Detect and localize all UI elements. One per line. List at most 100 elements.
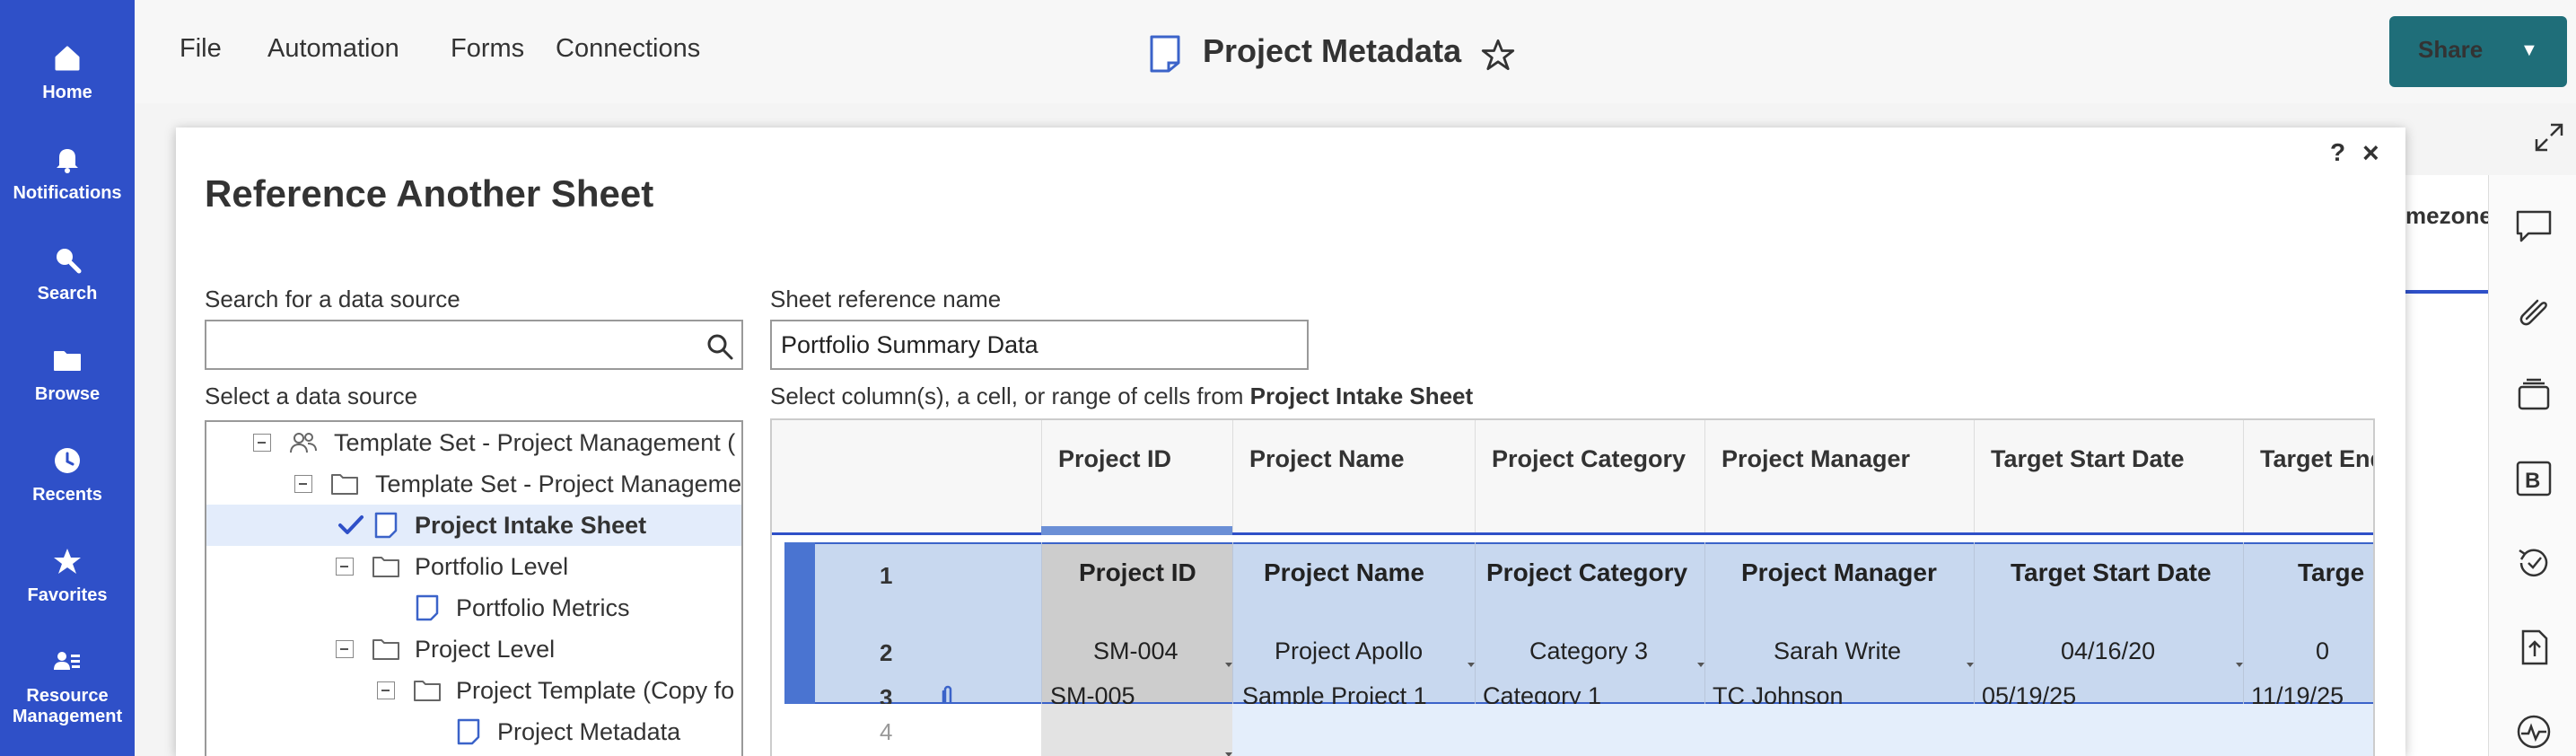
share-label: Share (2418, 36, 2484, 63)
columns-instruction-text: Select column(s), a cell, or range of ce… (770, 382, 1250, 409)
summary-icon[interactable]: B (2514, 459, 2554, 498)
collapse-icon[interactable] (294, 475, 312, 493)
nav-browse-label: Browse (34, 384, 101, 404)
column-header-label: Project Manager (1722, 445, 1911, 472)
menu-file[interactable]: File (180, 34, 222, 64)
nav-favorites[interactable]: Favorites (0, 546, 135, 606)
search-icon[interactable] (705, 332, 734, 361)
checkmark-icon (338, 515, 364, 534)
menu-forms[interactable]: Forms (451, 34, 524, 64)
cell-dropdown-icon (2236, 663, 2243, 667)
grid-cell[interactable]: Project Apollo (1275, 637, 1423, 665)
reference-name-input[interactable] (770, 320, 1309, 370)
nav-recents-label: Recents (32, 485, 102, 505)
close-button[interactable]: × (2362, 136, 2379, 170)
collapse-icon[interactable] (336, 640, 354, 658)
nav-search[interactable]: Search (0, 244, 135, 304)
grid-cell[interactable]: Category 3 (1529, 637, 1648, 665)
tree-item-label: Portfolio Metrics (456, 594, 630, 621)
publish-icon[interactable] (2514, 628, 2554, 667)
activity-log-icon[interactable] (2514, 543, 2554, 583)
sheet-icon (457, 718, 480, 745)
tree-item-sheet[interactable]: Portfolio Metrics (206, 587, 741, 629)
proofs-icon[interactable] (2514, 374, 2554, 414)
bell-icon (57, 149, 78, 173)
column-header[interactable]: Target Start Date (1974, 420, 2243, 532)
cell-dropdown-icon (1225, 663, 1232, 667)
row-number: 2 (880, 639, 893, 666)
search-icon (57, 249, 82, 274)
favorite-star-icon[interactable] (1481, 38, 1515, 72)
column-header[interactable]: Project ID (1041, 420, 1232, 532)
tree-item-sheet[interactable]: Project Metadata (206, 711, 741, 752)
expand-icon[interactable] (2533, 121, 2565, 154)
grid-cell[interactable]: Project Category (1486, 558, 1687, 587)
share-button[interactable]: Share ▼ (2389, 16, 2567, 87)
tree-item-label: Project Template (Copy fo (456, 677, 735, 704)
background-sheet: mezone (2405, 175, 2493, 756)
cell-dropdown-icon (1697, 663, 1704, 667)
folder-icon (54, 351, 81, 371)
table-row[interactable] (784, 704, 2373, 756)
folder-icon (414, 681, 441, 701)
nav-search-label: Search (37, 284, 98, 303)
grid-cell[interactable]: Project Name (1264, 558, 1424, 587)
right-panel: B (2488, 175, 2576, 756)
selection-handle[interactable] (784, 542, 815, 704)
search-label: Search for a data source (205, 286, 460, 312)
grid-cell[interactable]: 0 (2316, 637, 2329, 665)
collapse-icon[interactable] (336, 558, 354, 576)
nav-home[interactable]: Home (0, 43, 135, 103)
tree-item-label: Project Metadata (497, 718, 681, 745)
primary-column-cell[interactable] (1041, 704, 1232, 756)
metrics-icon[interactable] (2514, 712, 2554, 752)
tree-item-label: Template Set - Project Manageme (375, 470, 742, 497)
column-header[interactable]: Project Manager (1704, 420, 1974, 532)
tree-item-folder[interactable]: Portfolio Level (206, 546, 741, 587)
nav-resource-management[interactable]: Resource Management (0, 646, 135, 727)
column-header-label: Project Name (1249, 445, 1405, 472)
help-button[interactable]: ? (2330, 138, 2345, 167)
reference-name-label: Sheet reference name (770, 286, 1002, 312)
dialog-title: Reference Another Sheet (205, 172, 654, 215)
nav-browse[interactable]: Browse (0, 345, 135, 405)
attachment-icon[interactable] (2514, 292, 2554, 331)
folder-icon (372, 557, 399, 577)
source-sheet-name: Project Intake Sheet (1249, 382, 1474, 409)
grid-cell[interactable]: 04/16/20 (2061, 637, 2155, 665)
left-nav: Home Notifications Search Browse Recents… (0, 0, 135, 756)
grid-header-row: Project ID Project Name Project Category… (772, 420, 2375, 535)
tree-item-label: Project Level (415, 636, 556, 663)
tree-item-folder[interactable]: Template Set - Project Manageme (206, 463, 742, 505)
tree-item-workspace[interactable]: Template Set - Project Management ( (206, 422, 741, 463)
grid-cell[interactable]: Project Manager (1741, 558, 1937, 587)
collapse-icon[interactable] (377, 681, 395, 699)
svg-text:B: B (2525, 469, 2540, 493)
tree-item-folder[interactable]: Project Level (206, 629, 741, 670)
grid-cell[interactable]: Project ID (1079, 558, 1196, 587)
grid-cell[interactable]: Targe (2298, 558, 2364, 587)
sheet-icon (1150, 35, 1180, 73)
grid-cell[interactable]: Target Start Date (2011, 558, 2212, 587)
grid-cell[interactable]: SM-004 (1093, 637, 1178, 665)
collapse-icon[interactable] (253, 434, 271, 452)
tree-item-sheet-selected[interactable]: Project Intake Sheet (206, 505, 741, 546)
nav-resource-label: Resource (26, 686, 109, 706)
row-number: 1 (880, 562, 893, 589)
comment-icon[interactable] (2514, 207, 2554, 246)
tree-item-folder[interactable]: Project Template (Copy fo (206, 670, 741, 711)
data-source-search-input[interactable] (205, 320, 743, 370)
column-header[interactable]: Project Name (1232, 420, 1475, 532)
grid-cell[interactable]: Sarah Write (1774, 637, 1901, 665)
column-header[interactable]: Target End (2243, 420, 2375, 532)
menu-connections[interactable]: Connections (556, 34, 700, 64)
cell-dropdown-icon (1967, 663, 1974, 667)
data-source-tree: Template Set - Project Management ( Temp… (205, 420, 743, 756)
nav-recents[interactable]: Recents (0, 445, 135, 505)
column-header[interactable]: Project Category (1475, 420, 1704, 532)
top-bar: File Automation Forms Connections Projec… (135, 0, 2576, 103)
nav-notifications[interactable]: Notifications (0, 144, 135, 204)
menu-automation[interactable]: Automation (267, 34, 399, 64)
column-header-label: Target End (2260, 445, 2375, 472)
columns-instruction: Select column(s), a cell, or range of ce… (770, 382, 1473, 410)
